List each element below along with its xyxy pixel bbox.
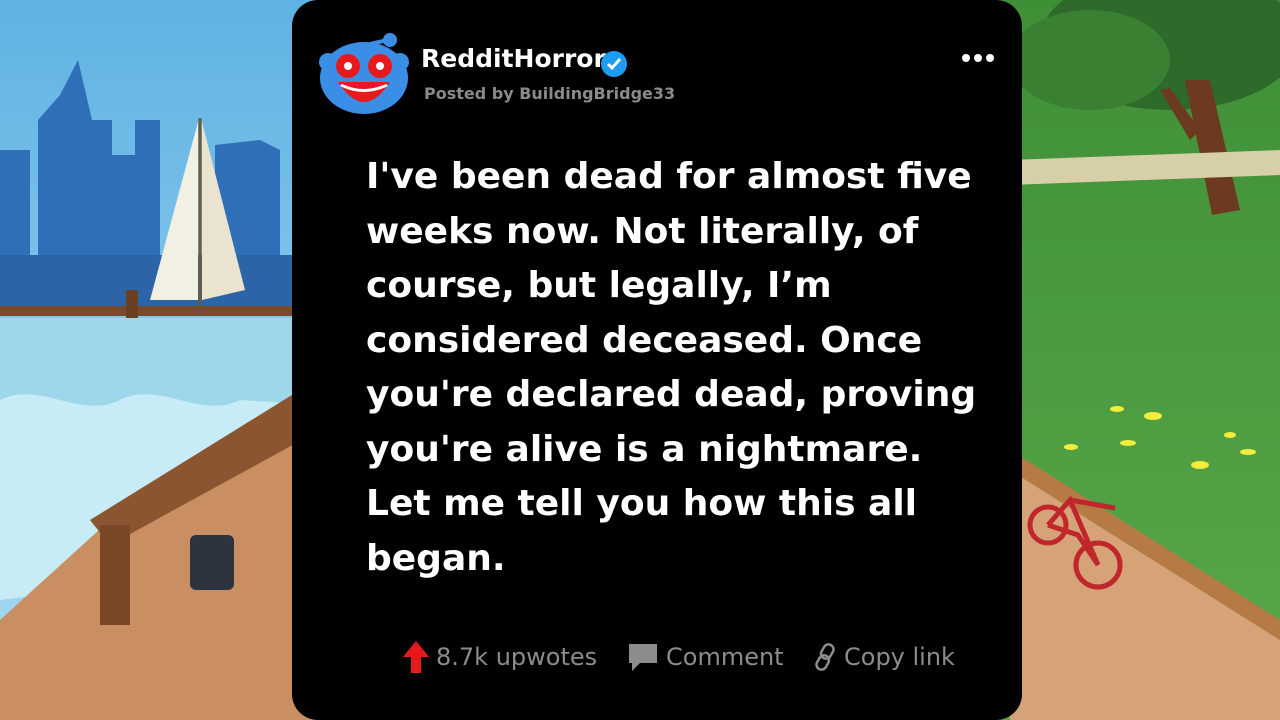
upvote-count: 8.7k upwotes xyxy=(436,643,598,671)
post-body-line: course, but legally, I’m xyxy=(366,265,832,306)
subreddit-avatar-icon[interactable] xyxy=(318,30,410,116)
copy-link-button[interactable]: Copy link xyxy=(812,633,955,681)
more-options-icon[interactable] xyxy=(958,48,998,68)
post-body-line: you're declared dead, proving xyxy=(366,374,977,415)
posted-by-label: Posted by BuildingBridge33 xyxy=(424,84,676,103)
trash-bin xyxy=(190,535,234,590)
post-body: I've been dead for almost five weeks now… xyxy=(366,150,986,586)
copy-link-label: Copy link xyxy=(844,643,955,671)
post-actions-bar: 8.7k upwotes Comment Copy link xyxy=(402,633,1002,683)
post-body-line: considered deceased. Once xyxy=(366,319,923,361)
comment-label: Comment xyxy=(666,643,784,671)
upvote-button[interactable]: 8.7k upwotes xyxy=(402,633,597,681)
upvote-arrow-icon xyxy=(403,641,429,673)
post-body-line: began. xyxy=(366,537,506,579)
post-body-line: you're alive is a nightmare. xyxy=(366,428,923,470)
comment-button[interactable]: Comment xyxy=(626,633,784,681)
post-body-line: I've been dead for almost five xyxy=(366,156,972,197)
post-body-line: weeks now. Not literally, of xyxy=(366,210,919,252)
post-body-line: Let me tell you how this all xyxy=(366,483,918,524)
comment-bubble-icon xyxy=(629,644,657,671)
link-icon xyxy=(815,643,835,671)
verified-badge-icon xyxy=(601,51,627,77)
subreddit-name[interactable]: RedditHorror xyxy=(421,44,606,73)
